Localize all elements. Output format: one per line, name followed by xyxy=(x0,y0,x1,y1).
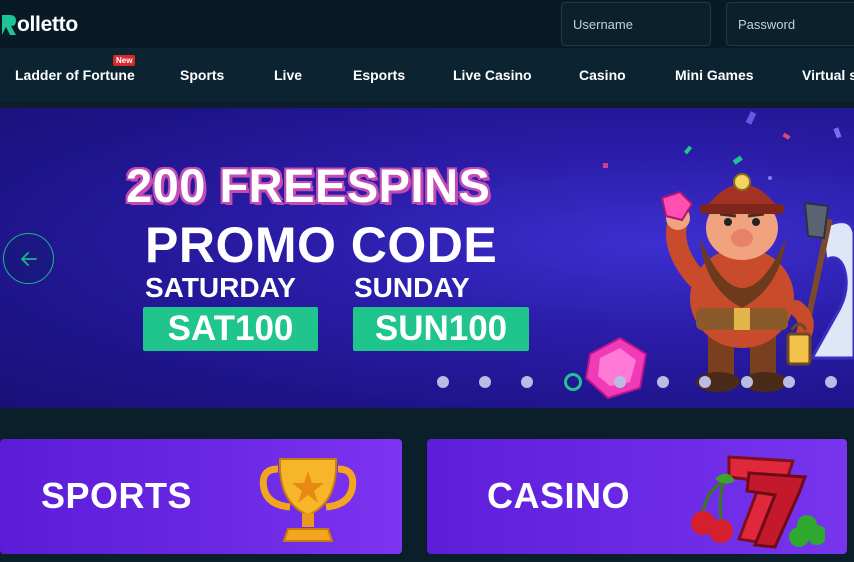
arrow-left-icon xyxy=(20,251,37,266)
nav-item-label: Live xyxy=(274,67,303,83)
lucky-sevens-icon xyxy=(691,455,825,549)
carousel-dot[interactable] xyxy=(479,376,491,388)
carousel-dot[interactable] xyxy=(825,376,837,388)
promo-banner-carousel[interactable]: 200 FREESPINS PROMO CODE SATURDAY SUNDAY… xyxy=(0,108,854,408)
nav-item-label: Sports xyxy=(180,67,225,83)
nav-item-casino[interactable]: Casino xyxy=(579,48,626,102)
pink-gem-icon xyxy=(584,336,648,400)
carousel-prev-button[interactable] xyxy=(3,233,54,284)
logo-text: olletto xyxy=(17,13,78,36)
nav-item-live-casino[interactable]: Live Casino xyxy=(453,48,532,102)
saturday-promo-code: SAT100 xyxy=(143,307,318,351)
sports-category-card[interactable]: SPORTS xyxy=(0,439,402,554)
nav-item-esports[interactable]: Esports xyxy=(353,48,405,102)
password-input[interactable] xyxy=(726,2,854,46)
carousel-dot[interactable] xyxy=(614,376,626,388)
new-badge: New xyxy=(113,55,136,66)
carousel-dot[interactable] xyxy=(741,376,753,388)
casino-category-card[interactable]: CASINO xyxy=(427,439,847,554)
casino-card-label: CASINO xyxy=(487,475,631,516)
nav-item-label: Casino xyxy=(579,67,626,83)
carousel-dot-active[interactable] xyxy=(564,373,582,391)
top-bar: olletto xyxy=(0,0,854,48)
nav-item-sports[interactable]: Sports xyxy=(180,48,224,102)
carousel-dot[interactable] xyxy=(437,376,449,388)
nav-item-label: Virtual s xyxy=(802,67,854,83)
logo-mark-icon xyxy=(2,15,16,35)
nav-item-mini-games[interactable]: Mini Games xyxy=(675,48,754,102)
main-nav: Ladder of Fortune New Sports Live Esport… xyxy=(0,48,854,102)
nav-item-label: Esports xyxy=(353,67,406,83)
carousel-dot[interactable] xyxy=(783,376,795,388)
nav-item-virtual-sports[interactable]: Virtual s xyxy=(802,48,854,102)
promo-subheadline: PROMO CODE xyxy=(145,217,498,273)
rolletto-logo[interactable]: olletto xyxy=(2,10,78,40)
promo-headline: 200 FREESPINS xyxy=(125,158,491,213)
sports-card-label: SPORTS xyxy=(41,475,193,516)
nav-item-label: Mini Games xyxy=(675,67,754,83)
nav-item-label: Ladder of Fortune xyxy=(15,67,135,83)
trophy-icon xyxy=(259,458,357,542)
carousel-dot[interactable] xyxy=(699,376,711,388)
saturday-label: SATURDAY xyxy=(145,272,296,303)
sunday-promo-code: SUN100 xyxy=(353,307,529,351)
nav-item-live[interactable]: Live xyxy=(274,48,302,102)
carousel-dot[interactable] xyxy=(521,376,533,388)
username-input[interactable] xyxy=(561,2,711,46)
nav-item-label: Live Casino xyxy=(453,67,532,83)
carousel-dot[interactable] xyxy=(657,376,669,388)
sunday-label: SUNDAY xyxy=(354,272,470,303)
